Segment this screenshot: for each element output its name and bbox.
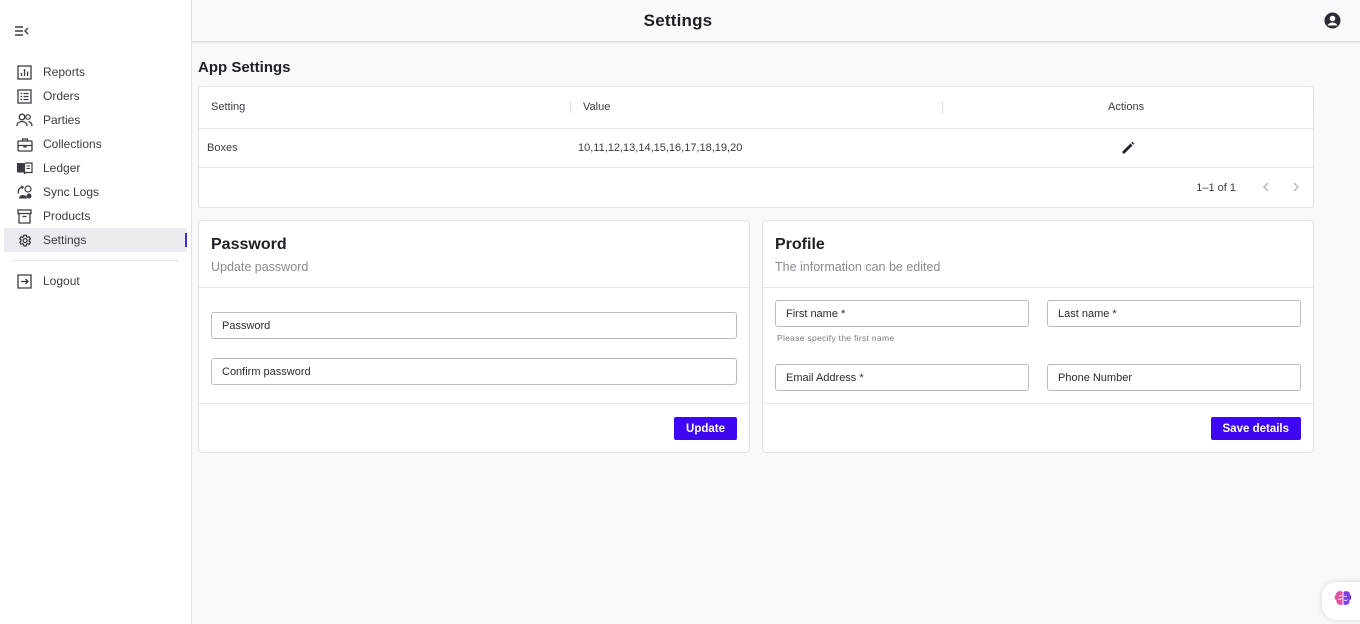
pagination-count: 1–1 of 1	[1196, 182, 1236, 194]
app-settings-table: Setting Value Actions Boxes 10,11,12,13,…	[198, 86, 1314, 208]
last-name-field[interactable]	[1047, 300, 1301, 327]
sidebar-item-label: Sync Logs	[43, 185, 100, 199]
sidebar: Reports Orders Parties Collections Ledge…	[0, 0, 192, 624]
phone-field[interactable]	[1047, 364, 1301, 391]
confirm-password-input[interactable]	[222, 359, 736, 384]
profile-subtitle: The information can be edited	[775, 260, 941, 274]
first-name-helper: Please specify the first name	[777, 333, 895, 343]
sidebar-item-sync-logs[interactable]: Sync Logs	[4, 180, 187, 204]
profile-title: Profile	[775, 236, 825, 253]
email-field[interactable]	[775, 364, 1029, 391]
sidebar-item-ledger[interactable]: Ledger	[4, 156, 187, 180]
column-header-setting[interactable]: Setting	[211, 101, 245, 113]
archive-icon	[16, 208, 33, 225]
sidebar-item-label: Collections	[43, 137, 102, 151]
column-separator[interactable]	[942, 101, 943, 113]
table-row[interactable]: Boxes 10,11,12,13,14,15,16,17,18,19,20	[199, 129, 1313, 168]
gear-icon	[16, 232, 33, 249]
menu-collapse-icon[interactable]	[12, 22, 30, 40]
table-header: Setting Value Actions	[199, 87, 1314, 129]
password-field[interactable]	[211, 312, 737, 339]
sidebar-item-products[interactable]: Products	[4, 204, 187, 228]
account-icon[interactable]	[1324, 12, 1341, 29]
sidebar-item-label: Ledger	[43, 161, 81, 175]
sidebar-item-collections[interactable]: Collections	[4, 132, 187, 156]
phone-input[interactable]	[1058, 365, 1300, 390]
list-icon	[16, 88, 33, 105]
column-header-value[interactable]: Value	[583, 101, 610, 113]
chevron-left-icon[interactable]	[1259, 180, 1273, 194]
sync-log-icon	[16, 184, 33, 201]
column-header-actions: Actions	[1108, 101, 1145, 113]
confirm-password-field[interactable]	[211, 358, 737, 385]
briefcase-icon	[16, 136, 33, 153]
update-button[interactable]: Update	[674, 417, 737, 440]
profile-card: Profile The information can be edited Pl…	[762, 220, 1314, 453]
first-name-input[interactable]	[786, 301, 1028, 326]
first-name-field[interactable]	[775, 300, 1029, 327]
column-separator[interactable]	[570, 101, 571, 113]
email-input[interactable]	[786, 365, 1028, 390]
sidebar-divider	[12, 260, 179, 261]
password-input[interactable]	[222, 313, 736, 338]
sidebar-item-parties[interactable]: Parties	[4, 108, 187, 132]
sidebar-item-logout[interactable]: Logout	[4, 269, 187, 293]
profile-card-header: Profile The information can be edited	[763, 221, 1313, 288]
edit-icon[interactable]	[1121, 141, 1135, 155]
sidebar-item-label: Reports	[43, 65, 86, 79]
cell-value: 10,11,12,13,14,15,16,17,18,19,20	[578, 142, 743, 154]
sidebar-item-reports[interactable]: Reports	[4, 60, 187, 84]
password-card-header: Password Update password	[199, 221, 749, 288]
app-settings-title: App Settings	[198, 59, 291, 76]
brain-icon	[1334, 590, 1352, 612]
page-title: Settings	[643, 11, 713, 30]
cell-setting: Boxes	[207, 142, 238, 154]
logout-icon	[16, 273, 33, 290]
sidebar-item-orders[interactable]: Orders	[4, 84, 187, 108]
sidebar-item-label: Orders	[43, 89, 80, 103]
column-separator[interactable]	[1313, 101, 1314, 113]
chevron-right-icon[interactable]	[1289, 180, 1303, 194]
sidebar-item-settings[interactable]: Settings	[4, 228, 187, 252]
sidebar-nav: Reports Orders Parties Collections Ledge…	[0, 60, 191, 293]
bar-chart-icon	[16, 64, 33, 81]
last-name-input[interactable]	[1058, 301, 1300, 326]
top-bar: Settings	[192, 0, 1360, 42]
password-card: Password Update password Update	[198, 220, 750, 453]
password-title: Password	[211, 236, 287, 253]
assistant-widget-button[interactable]	[1322, 582, 1360, 620]
sidebar-item-label: Parties	[43, 113, 81, 127]
sidebar-item-label: Settings	[43, 233, 87, 247]
password-card-footer: Update	[199, 403, 749, 453]
people-icon	[16, 112, 33, 129]
table-pagination: 1–1 of 1	[199, 168, 1313, 208]
book-icon	[16, 160, 33, 177]
sidebar-item-label: Products	[43, 209, 91, 223]
sidebar-item-label: Logout	[43, 274, 80, 288]
save-details-button[interactable]: Save details	[1210, 417, 1301, 440]
profile-card-footer: Save details	[763, 403, 1313, 453]
password-subtitle: Update password	[211, 260, 309, 274]
